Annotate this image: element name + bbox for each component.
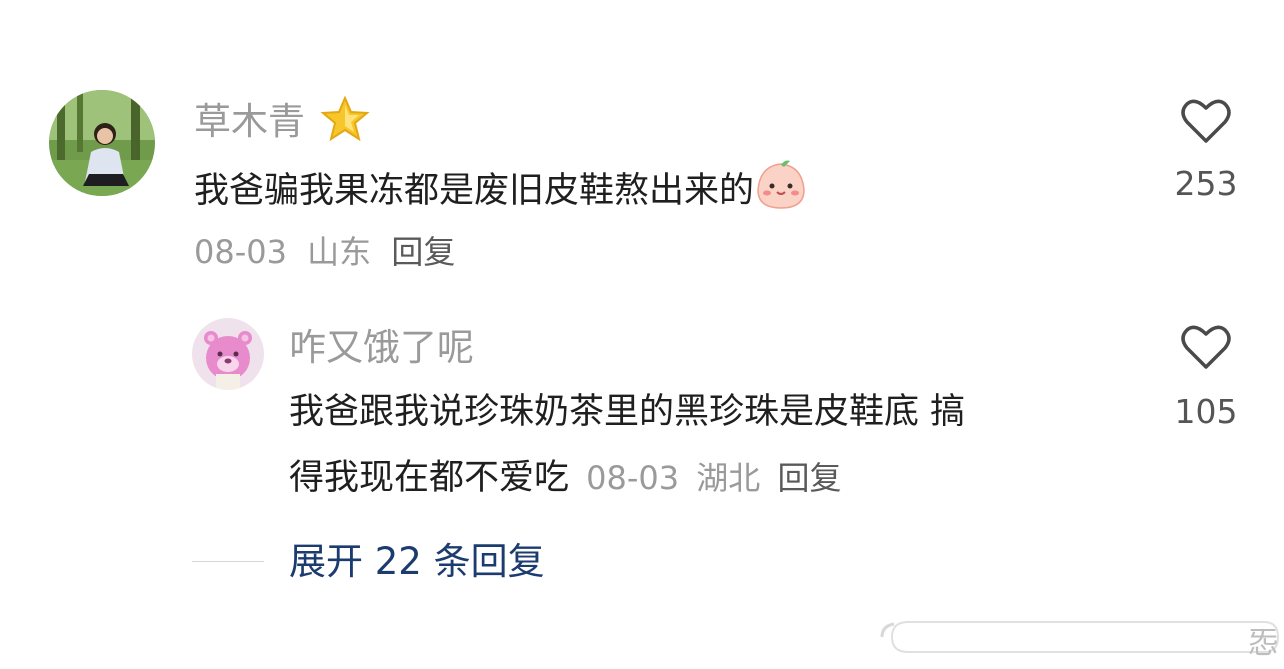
comment-date: 08-03 [194,233,287,271]
reply-avatar[interactable] [192,318,264,390]
heart-icon[interactable] [1181,98,1231,144]
comment-section: 草木青 我爸骗我果冻都是废旧皮鞋熬出来的 08-03 山东 回复 253 咋又饿… [0,0,1284,669]
expand-divider [192,561,264,562]
star-badge-icon [319,95,371,152]
avatar[interactable] [49,90,155,196]
watermark-char: 㤅 [1248,626,1278,661]
reply-button[interactable]: 回复 [391,233,455,271]
reply-location: 湖北 [696,459,761,497]
reply-date: 08-03 [586,459,680,497]
comment-text: 我爸骗我果冻都是废旧皮鞋熬出来的 [194,158,808,229]
expand-replies-button[interactable]: 展开 22 条回复 [289,538,545,586]
avatar-photo-forest-girl [49,90,155,196]
reply-reply-button[interactable]: 回复 [777,459,841,497]
avatar-pink-bear [192,318,264,390]
reply-text-line-2: 得我现在都不爱吃 08-03 湖北 回复 [289,450,841,506]
comment-location: 山东 [307,233,372,271]
like-count: 253 [1174,164,1238,203]
comment-body: 我爸骗我果冻都是废旧皮鞋熬出来的 [194,171,755,211]
reply-text-line-1: 我爸跟我说珍珠奶茶里的黑珍珠是皮鞋底 搞 [289,392,966,432]
username-text: 草木青 [194,100,305,143]
comment-username[interactable]: 草木青 [194,95,371,152]
reply-username[interactable]: 咋又饿了呢 [289,326,474,370]
reply-like-count: 105 [1174,392,1238,431]
blushing-dumpling-emoji-icon [754,158,808,229]
comment-meta: 08-03 山东 回复 [194,232,465,272]
watermark-graphic [872,616,1284,658]
reply-heart-icon[interactable] [1181,324,1231,370]
reply-body-tail: 得我现在都不爱吃 [289,458,570,498]
